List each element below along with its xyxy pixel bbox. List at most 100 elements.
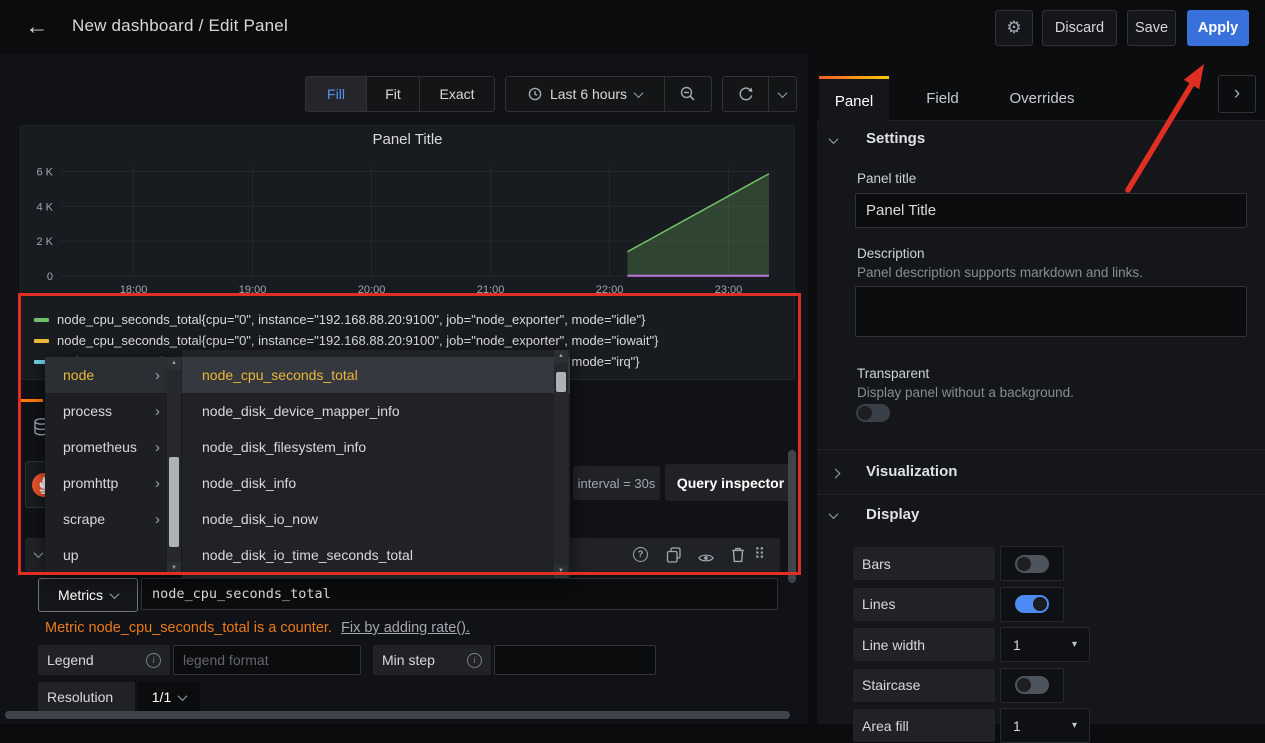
transparent-toggle[interactable]	[856, 404, 890, 422]
scroll-up-icon[interactable]: ▲	[554, 350, 568, 363]
angle-right-icon: ›	[155, 511, 160, 528]
scrollbar-thumb[interactable]	[169, 457, 179, 547]
size-mode-fit[interactable]: Fit	[367, 77, 420, 111]
metric-group-item[interactable]: prometheus›	[45, 429, 182, 465]
legend-format-input[interactable]	[173, 645, 361, 675]
query-warning: Metric node_cpu_seconds_total is a count…	[45, 620, 470, 636]
disable-query-eye-icon[interactable]	[698, 550, 714, 566]
metric-list-item[interactable]: node_disk_filesystem_info	[182, 429, 570, 465]
size-mode-exact[interactable]: Exact	[420, 77, 494, 111]
discard-button[interactable]: Discard	[1042, 10, 1117, 46]
size-mode-fill[interactable]: Fill	[306, 77, 367, 111]
metric-list-scrollbar[interactable]: ▲ ▼	[554, 350, 568, 578]
settings-collapse-chevron-icon[interactable]	[829, 134, 839, 144]
metric-group-item[interactable]: node›	[45, 357, 182, 393]
query-pane-vertical-scrollbar[interactable]	[788, 450, 796, 583]
display-toggle-box	[1000, 546, 1064, 581]
promql-query-input[interactable]	[141, 578, 778, 610]
scroll-up-icon[interactable]: ▲	[167, 357, 181, 370]
metric-group-item[interactable]: promhttp›	[45, 465, 182, 501]
angle-right-icon: ›	[155, 403, 160, 420]
legend-series-label[interactable]: node_cpu_seconds_total{cpu="0", instance…	[57, 312, 645, 327]
horizontal-scrollbar[interactable]	[5, 711, 790, 719]
visualization-section-header[interactable]: Visualization	[866, 463, 957, 480]
x-axis-tick-label: 20:00	[358, 284, 386, 296]
area-fill-select[interactable]: 1▾	[1000, 708, 1090, 743]
tab-field[interactable]: Field	[915, 76, 970, 120]
legend-series-label[interactable]: node_cpu_seconds_total{cpu="0", instance…	[57, 333, 658, 348]
duplicate-query-icon[interactable]	[666, 547, 682, 563]
settings-section-header[interactable]: Settings	[866, 130, 925, 147]
fix-by-adding-rate-link[interactable]: Fix by adding rate().	[341, 620, 470, 636]
collapse-options-pane-button[interactable]: ›	[1218, 75, 1256, 113]
zoom-out-button[interactable]	[665, 77, 711, 111]
min-step-field-label: Min step i	[373, 645, 491, 675]
refresh-button[interactable]	[723, 77, 769, 111]
display-collapse-chevron-icon[interactable]	[829, 509, 839, 519]
caret-down-icon: ▾	[1072, 639, 1077, 650]
metric-group-label: prometheus	[63, 439, 137, 455]
metrics-dropdown-button[interactable]: Metrics	[38, 578, 138, 612]
line-width-select[interactable]: 1▾	[1000, 627, 1090, 662]
time-range-label: Last 6 hours	[550, 86, 627, 102]
y-axis-tick-label: 4 K	[36, 201, 53, 213]
legend-color-swatch[interactable]	[34, 318, 49, 322]
metric-group-item[interactable]: process›	[45, 393, 182, 429]
delete-query-trash-icon[interactable]	[730, 547, 746, 563]
back-arrow-icon[interactable]: ←	[22, 13, 52, 41]
display-row-label: Bars	[853, 547, 995, 580]
metric-list-item[interactable]: node_cpu_seconds_total	[182, 357, 570, 393]
metric-group-item[interactable]: scrape›	[45, 501, 182, 537]
save-button[interactable]: Save	[1127, 10, 1176, 46]
apply-button[interactable]: Apply	[1187, 10, 1249, 46]
metric-group-menu: node›process›prometheus›promhttp›scrape›…	[45, 357, 182, 575]
display-toggle-box	[1000, 587, 1064, 622]
panel-preview-title[interactable]: Panel Title	[21, 131, 794, 148]
legend-color-swatch[interactable]	[34, 339, 49, 343]
resolution-select[interactable]: 1/1	[138, 682, 200, 712]
scroll-down-icon[interactable]: ▼	[167, 562, 181, 575]
dashboard-settings-button[interactable]: ⚙	[995, 10, 1033, 46]
display-toggle-box	[1000, 668, 1064, 703]
bars-toggle[interactable]	[1015, 555, 1049, 573]
description-textarea[interactable]	[855, 286, 1247, 337]
metric-list-item[interactable]: node_disk_info	[182, 465, 570, 501]
min-step-input[interactable]	[494, 645, 656, 675]
metric-group-label: node	[63, 367, 94, 383]
metric-list-item[interactable]: node_disk_io_time_seconds_total	[182, 537, 570, 573]
metric-group-scrollbar[interactable]: ▲ ▼	[167, 357, 181, 575]
display-section-header[interactable]: Display	[866, 506, 919, 523]
refresh-interval-dropdown[interactable]	[769, 77, 796, 111]
info-icon[interactable]: i	[146, 653, 161, 668]
select-value: 1	[1013, 718, 1021, 734]
visualization-expand-chevron-icon[interactable]	[831, 469, 841, 479]
metric-list-item[interactable]: node_disk_io_now	[182, 501, 570, 537]
section-divider	[817, 449, 1265, 450]
metric-group-item[interactable]: up	[45, 537, 182, 573]
tab-panel[interactable]: Panel	[819, 76, 889, 123]
query-inspector-button[interactable]: Query inspector	[665, 464, 796, 501]
scrollbar-thumb[interactable]	[556, 372, 566, 392]
interval-info-box: interval = 30s	[573, 466, 660, 500]
panel-title-input[interactable]	[855, 193, 1247, 228]
info-icon[interactable]: i	[467, 653, 482, 668]
tab-overrides[interactable]: Overrides	[1002, 76, 1082, 120]
toggle-knob	[1017, 557, 1031, 571]
staircase-toggle[interactable]	[1015, 676, 1049, 694]
time-range-picker[interactable]: Last 6 hours	[506, 77, 665, 111]
angle-right-icon: ›	[1234, 83, 1240, 105]
time-series-chart[interactable]: 6 K4 K2 K018:0019:0020:0021:0022:0023:00	[21, 152, 794, 309]
resolution-value: 1/1	[152, 689, 171, 705]
x-axis-tick-label: 21:00	[477, 284, 505, 296]
query-collapse-chevron-icon[interactable]	[34, 548, 44, 558]
drag-handle-grip-icon[interactable]: ⠿	[754, 547, 770, 563]
display-row-label: Area fill	[853, 709, 995, 742]
lines-toggle[interactable]	[1015, 595, 1049, 613]
scroll-down-icon[interactable]: ▼	[554, 565, 568, 578]
metric-list-item[interactable]: node_disk_device_mapper_info	[182, 393, 570, 429]
query-help-icon[interactable]: ?	[633, 547, 648, 562]
edit-panel-main-area: Fill Fit Exact Last 6 hours Panel Title …	[0, 54, 808, 724]
panel-size-mode-group: Fill Fit Exact	[305, 76, 495, 112]
chevron-down-icon	[778, 88, 788, 98]
resolution-field-label: Resolution	[38, 682, 135, 712]
